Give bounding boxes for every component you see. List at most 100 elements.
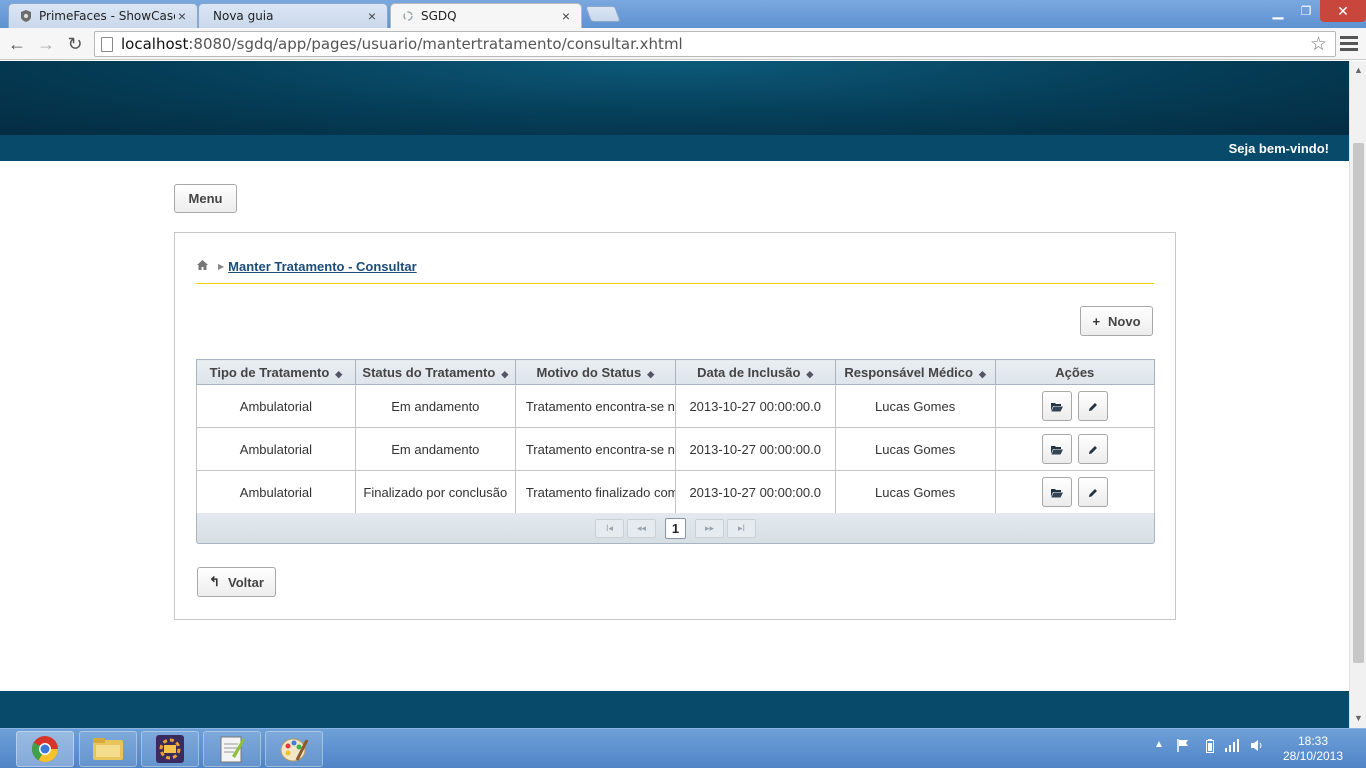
table-row: Ambulatorial Em andamento Tratamento enc… [196,427,1156,471]
sort-icon[interactable]: ◆ [501,369,508,379]
column-header-label: Status do Tratamento [362,364,496,380]
cell-acoes [994,427,1156,471]
minimize-window-icon[interactable]: ▁ [1264,0,1292,22]
taskbar-clock[interactable]: 18:33 28/10/2013 [1278,734,1348,764]
cell-data: 2013-10-27 00:00:00.0 [674,384,836,428]
sort-icon[interactable]: ◆ [647,369,654,379]
forward-icon[interactable]: → [34,32,58,56]
cell-status: Em andamento [354,384,516,428]
new-tab-button[interactable] [585,6,621,22]
volume-icon[interactable] [1250,739,1264,755]
menu-button-label: Menu [188,191,223,206]
page-icon [101,37,113,52]
close-tab-icon[interactable]: × [175,8,189,24]
tab-title: Nova guia [213,9,274,23]
breadcrumb-current-link[interactable]: Manter Tratamento - Consultar [228,259,417,274]
last-page-button[interactable]: ▸I [727,519,756,538]
page-number-button[interactable]: 1 [665,518,686,539]
chrome-icon[interactable] [16,731,74,767]
column-header-tipo[interactable]: Tipo de Tratamento ◆ [196,359,356,385]
sort-icon[interactable]: ◆ [806,369,813,379]
notepad-plus-icon[interactable] [203,731,261,767]
clock-time: 18:33 [1297,734,1329,748]
next-page-button[interactable]: ▸▸ [695,519,724,538]
voltar-button[interactable]: ↰ Voltar [197,567,276,597]
home-icon[interactable] [197,260,208,273]
cell-acoes [994,384,1156,428]
column-header-medico[interactable]: Responsável Médico ◆ [834,359,996,385]
cell-motivo: Tratamento finalizado com [514,470,676,514]
table-row: Ambulatorial Em andamento Tratamento enc… [196,384,1156,428]
java-ee-ide-icon[interactable] [141,731,199,767]
action-center-flag-icon[interactable] [1177,739,1189,755]
content-panel: ▶ Manter Tratamento - Consultar + Novo T… [174,232,1176,620]
browser-tab-strip: PrimeFaces - ShowCase × Nova guia × SGDQ… [0,0,1366,28]
cell-tipo: Ambulatorial [196,470,356,514]
scroll-up-icon[interactable]: ▲ [1354,65,1363,75]
restore-window-icon[interactable]: ❐ [1292,0,1320,22]
reload-icon[interactable]: ↻ [63,32,87,56]
cell-medico: Lucas Gomes [834,470,996,514]
page-scrollbar[interactable]: ▲ ▼ [1349,61,1366,728]
open-folder-icon[interactable] [1041,434,1072,464]
table-header-row: Tipo de Tratamento ◆ Status do Tratamento… [196,359,1156,385]
paint-icon[interactable] [265,731,323,767]
tratamento-table: Tipo de Tratamento ◆ Status do Tratamento… [196,359,1156,514]
cell-status: Finalizado por conclusão [354,470,516,514]
browser-toolbar: ← → ↻ localhost:8080/sgdq/app/pages/usua… [0,28,1366,60]
first-page-button[interactable]: I◂ [595,519,624,538]
close-tab-icon[interactable]: × [365,8,379,24]
prev-page-button[interactable]: ◂◂ [627,519,656,538]
column-header-label: Responsável Médico [844,364,973,380]
tab-title: SGDQ [421,9,457,23]
pencil-icon[interactable] [1077,434,1108,464]
close-tab-icon[interactable]: × [559,8,573,24]
pencil-icon[interactable] [1077,391,1108,421]
cell-status: Em andamento [354,427,516,471]
cell-medico: Lucas Gomes [834,427,996,471]
bookmark-star-icon[interactable]: ☆ [1310,33,1327,55]
site-header-banner [0,61,1349,135]
browser-tab-primefaces[interactable]: PrimeFaces - ShowCase × [8,3,198,28]
column-header-status[interactable]: Status do Tratamento ◆ [354,359,516,385]
undo-arrow-icon: ↰ [209,574,220,589]
paginator: I◂ ◂◂ 1 ▸▸ ▸I [196,513,1155,544]
breadcrumb-separator-icon: ▶ [218,262,225,271]
primefaces-favicon-icon [19,9,33,23]
os-taskbar: ▲ 18:33 28/10/2013 [0,728,1366,768]
breadcrumb: ▶ Manter Tratamento - Consultar [197,259,417,274]
file-explorer-icon[interactable] [79,731,137,767]
sort-icon[interactable]: ◆ [979,369,986,379]
pencil-icon[interactable] [1077,477,1108,507]
cell-tipo: Ambulatorial [196,427,356,471]
show-hidden-icons-icon[interactable]: ▲ [1154,739,1164,750]
column-header-label: Tipo de Tratamento [209,364,330,380]
menu-button[interactable]: Menu [174,184,237,213]
network-signal-icon[interactable] [1224,739,1240,755]
scrollbar-thumb[interactable] [1353,143,1364,663]
browser-tab-sgdq[interactable]: SGDQ × [390,3,582,28]
open-folder-icon[interactable] [1041,391,1072,421]
cell-acoes [994,470,1156,514]
battery-icon[interactable] [1206,739,1214,756]
cell-data: 2013-10-27 00:00:00.0 [674,470,836,514]
column-header-data[interactable]: Data de Inclusão ◆ [674,359,836,385]
scroll-down-icon[interactable]: ▼ [1354,713,1363,723]
cell-data: 2013-10-27 00:00:00.0 [674,427,836,471]
url-path: :8080/sgdq/app/pages/usuario/mantertrata… [188,35,683,53]
browser-menu-icon[interactable] [1340,33,1358,53]
column-header-motivo[interactable]: Motivo do Status ◆ [514,359,676,385]
url-host: localhost [121,35,189,53]
site-header-subbar: Seja bem-vindo! [0,135,1349,161]
close-window-icon[interactable]: ✕ [1320,0,1366,22]
table-row: Ambulatorial Finalizado por conclusão Tr… [196,470,1156,514]
browser-tab-nova-guia[interactable]: Nova guia × [198,3,388,28]
back-icon[interactable]: ← [5,32,29,56]
cell-medico: Lucas Gomes [834,384,996,428]
open-folder-icon[interactable] [1041,477,1072,507]
cell-motivo: Tratamento encontra-se n [514,427,676,471]
sort-icon[interactable]: ◆ [335,369,342,379]
cell-motivo: Tratamento encontra-se n [514,384,676,428]
address-bar[interactable]: localhost:8080/sgdq/app/pages/usuario/ma… [94,31,1336,57]
novo-button[interactable]: + Novo [1080,306,1153,336]
